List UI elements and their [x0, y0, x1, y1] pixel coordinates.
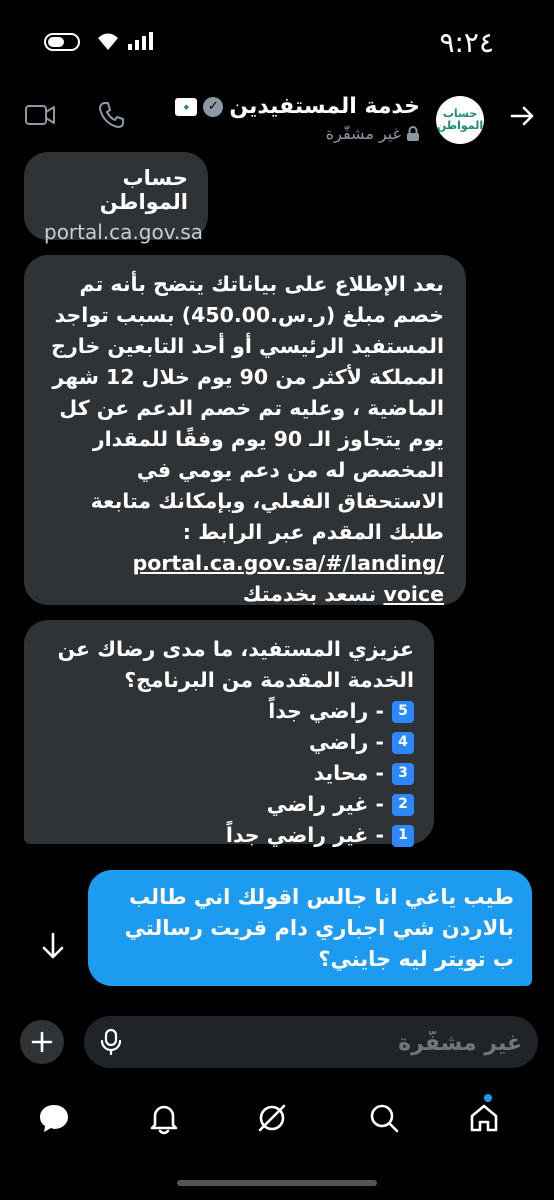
message-link[interactable]: portal.ca.gov.sa	[44, 220, 203, 244]
message-link-voice[interactable]: voice	[383, 582, 444, 606]
plus-icon	[31, 1031, 53, 1053]
notifications-bell-icon[interactable]	[146, 1100, 182, 1136]
keycap-icon: 4	[392, 731, 414, 754]
search-icon[interactable]	[366, 1100, 402, 1136]
add-media-button[interactable]	[20, 1020, 64, 1064]
conversation-header: حساب المواطن خدمة المستفيدين ✓ ◆ غير مشف…	[0, 80, 554, 152]
messages-icon[interactable]	[36, 1100, 72, 1136]
home-icon[interactable]	[466, 1100, 502, 1136]
survey-option-label: - غير راضي جداً	[225, 823, 384, 847]
survey-option-label: - راضي	[308, 730, 384, 754]
conversation-name: خدمة المستفيدين	[229, 94, 420, 119]
survey-option: 2 - غير راضي	[44, 789, 414, 820]
status-time: ٩:٢٤	[439, 26, 494, 59]
name-row: خدمة المستفيدين ✓ ◆	[175, 94, 420, 119]
keycap-icon: 2	[392, 793, 414, 816]
home-indicator	[177, 1180, 377, 1186]
encryption-status: غير مشفّرة	[326, 124, 420, 143]
message-title: حساب المواطن	[99, 166, 188, 214]
survey-option: 3 - محايد	[44, 758, 414, 789]
message-input[interactable]	[140, 1016, 524, 1070]
phone-icon[interactable]	[96, 100, 126, 130]
signal-icon	[128, 32, 153, 50]
survey-option: 4 - راضي	[44, 727, 414, 758]
message-composer	[0, 1012, 554, 1072]
back-arrow-icon[interactable]	[508, 102, 536, 130]
message-bubble-sent[interactable]: طيب ياغي انا جالس اقولك اني طالب بالاردن…	[88, 870, 532, 986]
verified-badge-icon: ✓	[203, 96, 224, 117]
message-text: طيب ياغي انا جالس اقولك اني طالب بالاردن…	[124, 885, 514, 971]
bottom-navigation	[0, 1088, 554, 1148]
battery-icon	[44, 33, 80, 51]
home-notification-dot	[484, 1094, 492, 1102]
survey-option-label: - غير راضي	[266, 792, 384, 816]
encryption-label: غير مشفّرة	[325, 124, 401, 143]
message-closing: نسعد بخدمتك	[242, 582, 384, 606]
wifi-icon	[98, 33, 118, 50]
affiliation-badge-icon: ◆	[175, 97, 198, 116]
keycap-icon: 5	[392, 700, 414, 723]
message-text: بعد الإطلاع على بياناتك يتضح بأنه تم خصم…	[51, 272, 444, 544]
message-link[interactable]: portal.ca.gov.sa/#/landing/	[133, 551, 444, 575]
message-input-container[interactable]	[84, 1016, 538, 1070]
video-call-icon[interactable]	[24, 102, 56, 128]
keycap-icon: 1	[392, 824, 414, 847]
survey-question: عزيزي المستفيد، ما مدى رضاك عن الخدمة ال…	[57, 637, 414, 692]
avatar-text: حساب المواطن	[436, 107, 484, 132]
message-bubble-received[interactable]: عزيزي المستفيد، ما مدى رضاك عن الخدمة ال…	[24, 620, 434, 847]
message-bubble-received[interactable]: بعد الإطلاع على بياناتك يتضح بأنه تم خصم…	[24, 255, 466, 606]
survey-option: 5 - راضي جداً	[44, 696, 414, 727]
survey-option-label: - محايد	[313, 761, 384, 785]
avatar[interactable]: حساب المواطن	[436, 96, 484, 144]
survey-option: 1 - غير راضي جداً	[44, 820, 414, 851]
scroll-down-arrow-icon[interactable]	[38, 930, 68, 962]
survey-option-label: - راضي جداً	[268, 699, 384, 723]
status-bar: ٩:٢٤	[0, 0, 554, 80]
grok-icon[interactable]	[254, 1100, 290, 1136]
lock-icon	[407, 125, 419, 141]
microphone-icon[interactable]	[100, 1028, 122, 1056]
keycap-icon: 3	[392, 762, 414, 785]
message-bubble-received[interactable]: حساب المواطن portal.ca.gov.sa	[24, 152, 208, 244]
